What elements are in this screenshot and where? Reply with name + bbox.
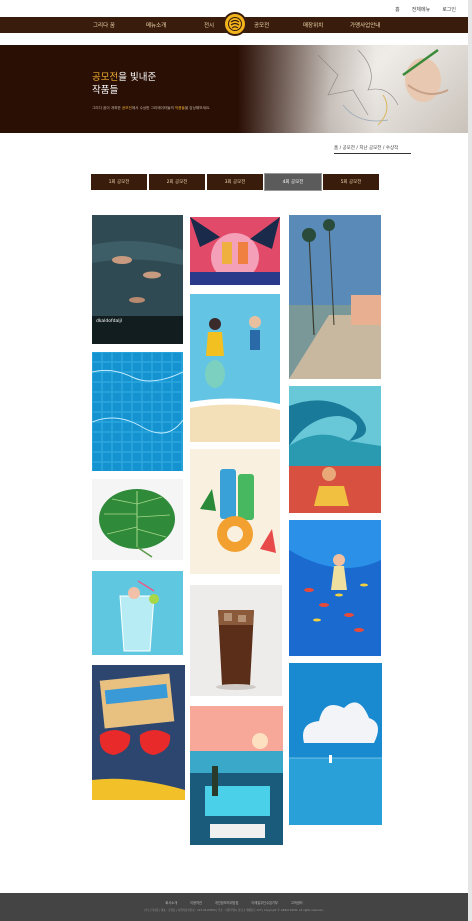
- artwork-wave-surfer[interactable]: [289, 386, 381, 513]
- footer-link-support[interactable]: 고객센터: [291, 901, 303, 905]
- tab-contest-4[interactable]: 4회 공모전: [264, 173, 322, 191]
- brand-logo[interactable]: [223, 12, 247, 36]
- artwork-summer-drinks-image: [190, 449, 280, 574]
- footer-link-email-policy[interactable]: 이메일무단수집거부: [251, 901, 277, 905]
- artwork-beach-kids[interactable]: [190, 294, 280, 442]
- footer-link-about[interactable]: 회사소개: [165, 901, 177, 905]
- breadcrumb-underline: [334, 153, 411, 154]
- contest-tabs: 1회 공모전 2회 공모전 3회 공모전 4회 공모전 5회 공모전: [91, 173, 379, 191]
- nav-item-menu[interactable]: 메뉴소개: [146, 21, 166, 29]
- footer-company-info: (주)그리다꿈 | 대표 : 홍길동 | 사업자등록번호 : 123-45-67…: [144, 909, 324, 912]
- hero-description: 그리다 꿈이 개최한 공모전에서 수상한 그리에이터들의 작품들을 감상해보세요…: [92, 106, 210, 111]
- tab-contest-1[interactable]: 1회 공모전: [91, 174, 147, 190]
- hero-desc-a: 그리다 꿈이 개최한: [92, 106, 122, 110]
- artwork-hover-caption: dkaldofdaljl: [92, 316, 183, 344]
- artwork-diver-fish[interactable]: [289, 520, 381, 656]
- nav-item-stores[interactable]: 매장위치: [303, 21, 323, 29]
- footer-links: 회사소개 이용약관 개인정보처리방침 이메일무단수집거부 고객센터: [0, 900, 468, 905]
- nav-item-about[interactable]: 그리다 꿈: [93, 21, 115, 29]
- footer-link-terms[interactable]: 이용약관: [190, 901, 202, 905]
- artwork-beach-kids-image: [190, 294, 280, 442]
- hero-sketch-illustration: [317, 48, 449, 126]
- login-link[interactable]: 로그인: [442, 6, 456, 13]
- breadcrumb[interactable]: 홈 / 공모전 / 지난 공모전 / 수상작: [334, 145, 398, 151]
- artwork-clouds-sea-image: [289, 663, 382, 825]
- brand-logo-icon: [228, 17, 242, 31]
- tab-contest-2[interactable]: 2회 공모전: [149, 174, 205, 190]
- nav-item-exhibition[interactable]: 전시: [204, 21, 214, 29]
- artwork-caption-text: dkaldofdaljl: [96, 319, 122, 324]
- hero-desc-b: 에서 수상한 그리에이터들의: [131, 106, 175, 110]
- artwork-postcard-sunglasses-image: [92, 665, 185, 800]
- artwork-iced-coffee[interactable]: [190, 585, 282, 696]
- nav-item-franchise[interactable]: 가맹사업안내: [350, 21, 380, 29]
- hero-title-line2: 작품들: [92, 85, 119, 96]
- artwork-pool-tiles-image: [92, 352, 183, 471]
- artwork-drink-glass-image: [92, 571, 183, 655]
- artwork-diver-fish-image: [289, 520, 381, 656]
- utility-links: 홈 전체메뉴 로그인: [395, 6, 456, 13]
- page: 홈 전체메뉴 로그인 그리다 꿈 메뉴소개 전시 공모전 매장위치 가맹사업안내…: [0, 0, 472, 921]
- artwork-pool-tiles[interactable]: [92, 352, 183, 471]
- artwork-iced-coffee-image: [190, 585, 282, 696]
- home-link[interactable]: 홈: [395, 6, 400, 13]
- hero-desc-accent1: 공모전: [121, 106, 132, 110]
- artwork-rooftop-pool[interactable]: [190, 706, 283, 845]
- tab-contest-3[interactable]: 3회 공모전: [207, 174, 263, 190]
- artwork-toast-drinks[interactable]: [190, 217, 280, 285]
- site-footer: 회사소개 이용약관 개인정보처리방침 이메일무단수집거부 고객센터 (주)그리다…: [0, 893, 468, 921]
- scrollbar-track[interactable]: [468, 0, 472, 921]
- artwork-wave-surfer-image: [289, 386, 381, 513]
- hero-title: 공모전을 빛내준: [92, 69, 156, 83]
- artwork-swimmers[interactable]: dkaldofdaljl: [92, 215, 183, 344]
- hero-banner: 공모전을 빛내준 작품들 그리다 꿈이 개최한 공모전에서 수상한 그리에이터들…: [0, 45, 468, 133]
- artwork-clouds-sea[interactable]: [289, 663, 382, 825]
- artwork-toast-drinks-image: [190, 217, 280, 285]
- artwork-rooftop-pool-image: [190, 706, 283, 845]
- artwork-summer-drinks[interactable]: [190, 449, 280, 574]
- artwork-monstera-leaf-image: [92, 479, 183, 560]
- hero-desc-c: 을 감상해보세요.: [184, 106, 211, 110]
- tab-contest-5[interactable]: 5회 공모전: [323, 174, 379, 190]
- artwork-palm-street-image: [289, 215, 381, 379]
- footer-link-privacy[interactable]: 개인정보처리방침: [215, 901, 238, 905]
- artwork-palm-street[interactable]: [289, 215, 381, 379]
- artwork-drink-glass[interactable]: [92, 571, 183, 655]
- nav-item-contest[interactable]: 공모전: [254, 21, 269, 29]
- artwork-postcard-sunglasses[interactable]: [92, 665, 185, 800]
- hero-desc-accent2: 작품들: [174, 106, 185, 110]
- artwork-monstera-leaf[interactable]: [92, 479, 183, 560]
- sitemap-link[interactable]: 전체메뉴: [412, 6, 430, 13]
- hero-title-rest: 을 빛내준: [118, 72, 157, 83]
